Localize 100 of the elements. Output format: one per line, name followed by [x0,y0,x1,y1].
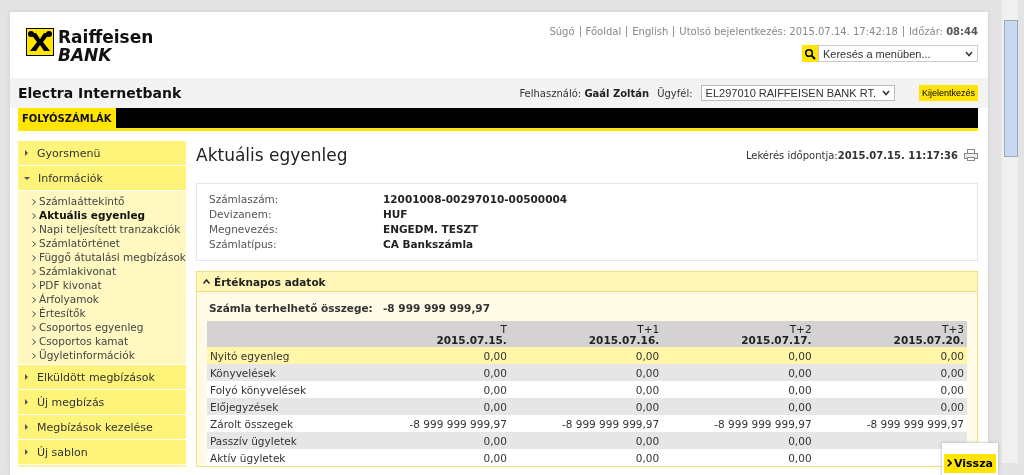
page-title: Aktuális egyenleg [196,145,348,165]
table-cell: 0,00 [662,381,815,398]
chevron-right-icon [32,241,36,247]
caret-right-icon [24,399,29,405]
panel-header[interactable]: Értéknapos adatok [197,272,977,292]
table-cell: 0,00 [509,432,663,449]
submenu-item[interactable]: Számlatörténet [18,236,186,250]
table-cell: 0,00 [662,398,815,415]
chevron-right-icon [32,283,36,289]
chevron-right-icon [32,297,36,303]
table-cell: 0,00 [662,364,815,381]
search-icon [802,45,818,62]
caret-right-icon [24,374,29,380]
nav-tab[interactable]: FOLYÓSZÁMLÁK [18,108,116,128]
back-button[interactable]: Vissza [944,453,996,473]
table-cell: 0,00 [509,347,663,364]
sidebar-item[interactable]: Megbízások kezelése [18,415,186,440]
column-header: T 2015.07.15. [357,321,510,347]
chevron-right-icon [32,213,36,219]
row-label: Előjegyzések [207,398,358,415]
table-cell: 0,00 [357,398,510,415]
chevron-right-icon [32,269,36,275]
row-label: Folyó könyvelések [207,381,358,398]
detail-value: HUF [383,207,409,222]
table-cell: 0,00 [509,364,663,381]
submenu-item[interactable]: Függő átutalási megbízások [18,250,186,264]
detail-value: ENGEDM. TESZT [383,222,480,237]
printer-icon[interactable] [964,149,978,161]
submenu-item[interactable]: Csoportos egyenleg [18,320,186,334]
chevron-up-icon [203,279,210,284]
caret-down-icon [24,175,30,181]
table-cell: 0,00 [509,381,663,398]
row-label: Könyvelések [207,364,358,381]
table-cell: 0,00 [662,449,815,466]
column-header: T+1 2015.07.16. [509,321,663,347]
submenu-item[interactable]: Aktuális egyenleg [18,208,186,222]
chevron-right-icon [32,311,36,317]
gable-cross-icon [26,28,54,56]
row-label: Passzív ügyletek [207,432,358,449]
detail-value: 12001008-00297010-00500004 [383,192,569,207]
detail-value: CA Bankszámla [383,237,475,252]
sidebar-item[interactable]: Új sablon [18,440,186,465]
logo-wordmark: BANK [58,46,113,64]
detail-label: Számlaszám: [209,192,280,207]
submenu-item[interactable]: Napi teljesített tranzakciók [18,222,186,236]
caret-right-icon [24,449,29,455]
submenu-item[interactable]: PDF kivonat [18,278,186,292]
column-header: T+2 2015.07.17. [662,321,815,347]
header-link[interactable]: English [626,26,669,37]
submenu-item[interactable]: Számlakivonat [18,264,186,278]
table-cell: 0,00 [357,432,510,449]
table-cell: -8 999 999 999,97 [357,415,510,432]
submenu-item[interactable]: Számlaáttekintő [18,194,186,208]
row-label: Nyitó egyenleg [207,347,358,364]
table-cell: 0,00 [509,398,663,415]
menu-search-field[interactable]: Keresés a menüben... [818,45,978,62]
submenu-item[interactable]: Árfolyamok [18,292,186,306]
table-cell: 0,00 [357,449,510,466]
table-cell: 0,00 [662,432,815,449]
table-cell: 0,00 [814,347,967,364]
table-cell: -8 999 999 999,97 [662,415,815,432]
logout-button[interactable]: Kijelentkezés [918,85,978,101]
chevron-right-icon [32,325,36,331]
sidebar-item[interactable]: Új megbízás [18,390,186,415]
chevron-down-icon [965,50,973,57]
table-cell: 0,00 [357,347,510,364]
header-link[interactable]: Főoldal [579,26,622,37]
user-info: Felhasználó: Gaál Zoltán [519,87,650,99]
chevron-right-icon [32,199,36,205]
submenu-item[interactable]: Értesítők [18,306,186,320]
sidebar-item[interactable]: Elküldött megbízások [18,365,186,390]
detail-label: Devizanem: [209,207,273,222]
header-link[interactable]: Súgó [549,26,575,37]
caret-right-icon [24,150,29,156]
row-label: Aktív ügyletek [207,449,358,466]
client-select[interactable]: EL297010 RAIFFEISEN BANK RT. [700,85,895,101]
submenu-item[interactable]: Csoportos kamat [18,334,186,348]
column-header: T+3 2015.07.20. [814,321,967,347]
table-cell: 0,00 [509,449,663,466]
header-info: Időzár: 08:44 [902,26,978,37]
row-label: Zárolt összegek [207,415,358,432]
app-title: Electra Internetbank [18,85,182,101]
chevron-right-icon [947,459,952,467]
submenu-item[interactable]: Ügyletinformációk [18,348,186,362]
table-cell: 0,00 [814,364,967,381]
chargeable-label: Számla terhelhető összege: [209,302,374,314]
sidebar-item[interactable]: Gyorsmenü [18,141,186,166]
table-cell: 0,00 [357,381,510,398]
sidebar-item[interactable]: Információk [18,166,186,191]
detail-label: Megnevezés: [209,222,279,237]
logo-wordmark: Raiffeisen [58,28,154,46]
chevron-right-icon [32,227,36,233]
table-cell: 0,00 [814,381,967,398]
header-info: Utolsó bejelentkezés: 2015.07.14. 17:42:18 [673,26,898,37]
scrollbar[interactable] [1002,0,1018,463]
caret-right-icon [24,424,29,430]
table-cell: -8 999 999 999,97 [509,415,663,432]
chevron-right-icon [32,255,36,261]
chevron-right-icon [32,339,36,345]
chevron-down-icon [881,90,890,96]
